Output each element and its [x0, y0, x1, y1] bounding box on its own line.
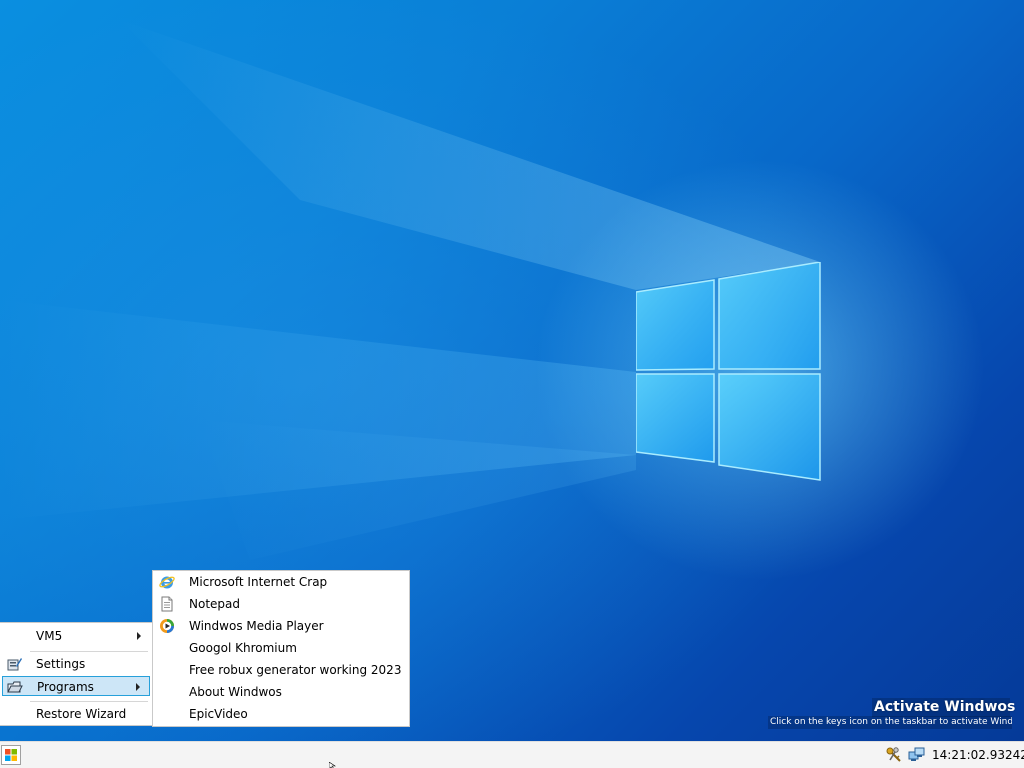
taskbar: 14:21:02.9324218	[0, 741, 1024, 768]
start-menu-item-label: Settings	[36, 657, 86, 671]
menu-separator	[30, 701, 148, 702]
mouse-cursor-icon	[329, 762, 336, 768]
program-item-epicvideo[interactable]: EpicVideo	[155, 703, 407, 725]
program-item-media-player[interactable]: Windwos Media Player	[155, 615, 407, 637]
activate-windows-title: Activate Windwos	[872, 698, 1016, 717]
program-item-internet[interactable]: Microsoft Internet Crap	[155, 571, 407, 593]
start-menu-item-vm5[interactable]: VM5	[2, 626, 150, 646]
program-item-label: Googol Khromium	[189, 641, 297, 655]
program-item-label: Free robux generator working 2023	[189, 663, 402, 677]
start-menu-item-label: Programs	[37, 680, 94, 694]
program-item-khromium[interactable]: Googol Khromium	[155, 637, 407, 659]
submenu-arrow-icon	[137, 632, 141, 640]
program-item-label: About Windwos	[189, 685, 282, 699]
notepad-icon	[159, 596, 175, 612]
programs-submenu: Microsoft Internet Crap Notepad Windwos …	[152, 570, 410, 727]
program-item-label: Microsoft Internet Crap	[189, 575, 328, 589]
start-menu-item-restore-wizard[interactable]: Restore Wizard	[2, 704, 150, 724]
program-item-robux-generator[interactable]: Free robux generator working 2023	[155, 659, 407, 681]
taskbar-clock: 14:21:02.9324218	[932, 748, 1024, 762]
program-item-label: Notepad	[189, 597, 240, 611]
media-player-icon	[159, 618, 175, 634]
program-item-about[interactable]: About Windwos	[155, 681, 407, 703]
settings-icon	[6, 656, 22, 672]
internet-explorer-icon	[159, 574, 175, 590]
network-icon[interactable]	[908, 747, 926, 763]
windows-logo-icon	[5, 749, 17, 761]
keys-icon[interactable]	[886, 747, 902, 763]
start-menu: VM5 Settings Programs Restore Wizard	[0, 622, 153, 726]
windows-logo	[636, 262, 822, 482]
start-menu-item-label: VM5	[36, 629, 63, 643]
folder-icon	[7, 679, 23, 695]
program-item-label: Windwos Media Player	[189, 619, 324, 633]
activate-windows-subtitle: Click on the keys icon on the taskbar to…	[768, 716, 1012, 729]
start-menu-item-label: Restore Wizard	[36, 707, 127, 721]
program-item-notepad[interactable]: Notepad	[155, 593, 407, 615]
program-item-label: EpicVideo	[189, 707, 248, 721]
start-button[interactable]	[1, 745, 21, 765]
menu-separator	[30, 651, 148, 652]
submenu-arrow-icon	[136, 683, 140, 691]
start-menu-item-settings[interactable]: Settings	[2, 654, 150, 674]
start-menu-item-programs[interactable]: Programs	[2, 676, 150, 696]
